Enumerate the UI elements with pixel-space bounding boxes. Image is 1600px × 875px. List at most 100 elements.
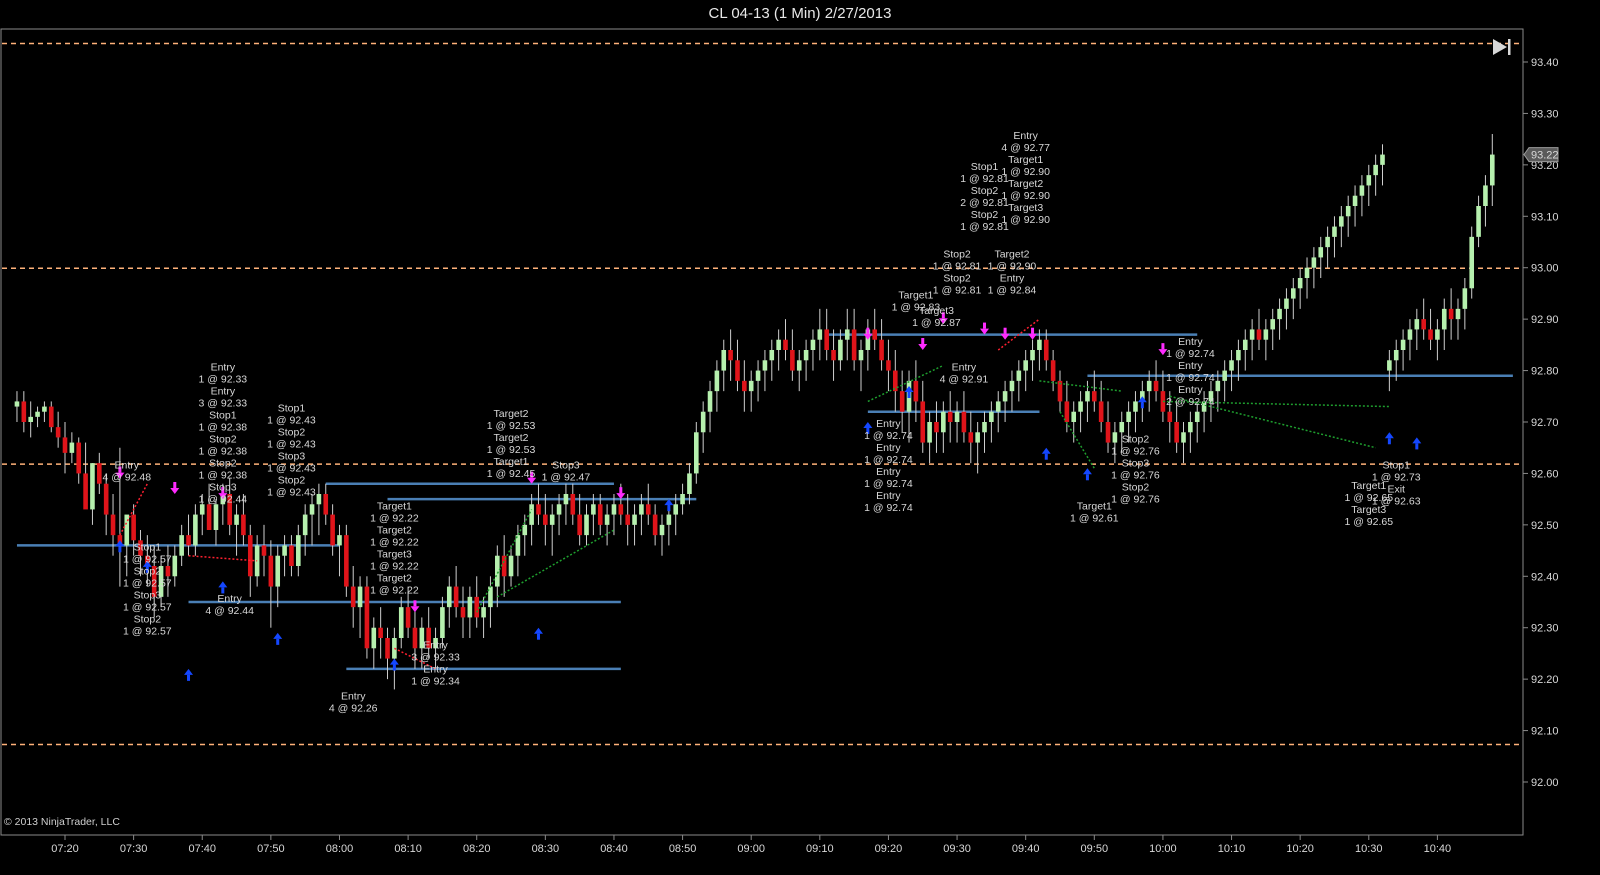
price-chart[interactable]: Entry 4 @ 92.48Stop1 1 @ 92.57 Stop2 1 @ 92.…	[0, 0, 1600, 875]
execution-label: Target2 1 @ 92.90 Entry 1 @ 92.84	[988, 248, 1037, 296]
candle-body	[206, 504, 212, 530]
entry-arrow-icon	[1384, 432, 1394, 445]
arrow-head	[170, 488, 180, 494]
candle	[371, 617, 377, 669]
candle	[1435, 319, 1440, 361]
candle-body	[1393, 350, 1399, 361]
candle	[186, 514, 191, 556]
y-tick-label: 92.60	[1531, 468, 1559, 480]
execution-label: Entry 1 @ 92.33 Entry 3 @ 92.33 Stop1 1 @ 92.…	[199, 362, 248, 506]
candle-body	[323, 494, 329, 515]
candle	[35, 406, 40, 428]
execution-label-line: Target3	[919, 305, 954, 317]
arrow-shaft	[667, 505, 671, 512]
candle-body	[831, 350, 836, 361]
execution-label: Entry 1 @ 92.74 Entry 1 @ 92.74 Entry 2 @ 92.…	[1166, 336, 1215, 408]
y-tick-label: 93.40	[1531, 57, 1559, 69]
candle	[680, 483, 685, 515]
candle-body	[1043, 339, 1049, 361]
candle-body	[776, 339, 781, 350]
candle-body	[982, 422, 987, 433]
candle-body	[213, 504, 219, 530]
candle-body	[954, 411, 960, 422]
execution-label: Entry 4 @ 92.91	[940, 362, 989, 386]
candle	[1050, 350, 1056, 392]
entry-arrow-icon	[904, 386, 914, 398]
x-tick-label: 08:10	[394, 843, 422, 855]
execution-label-line: Stop3	[552, 459, 580, 471]
arrow-shaft	[118, 546, 122, 553]
candle-body	[735, 360, 740, 381]
candle-body	[1242, 339, 1248, 350]
candle-body	[1188, 422, 1193, 433]
execution-label: Stop1 1 @ 92.57 Stop2 1 @ 92.57 Stop3 1 @ 92.…	[123, 542, 172, 638]
candle-body	[927, 422, 932, 443]
y-tick-label: 92.30	[1531, 623, 1559, 635]
arrow-head	[533, 627, 543, 634]
candle-body	[1016, 370, 1022, 381]
candle-body	[858, 350, 864, 361]
candle	[1229, 350, 1234, 392]
execution-label-line: Entry	[1013, 130, 1038, 142]
candle	[625, 494, 630, 546]
candle-body	[920, 401, 926, 443]
candle	[536, 483, 541, 525]
candle	[1304, 257, 1310, 299]
candle	[83, 442, 88, 510]
candle-body	[1407, 329, 1413, 340]
candle	[213, 499, 219, 546]
candle-body	[1119, 422, 1125, 433]
arrow-shaft	[1140, 402, 1144, 409]
entry-arrow-icon	[1137, 396, 1147, 409]
candle	[844, 308, 850, 361]
execution-label-line: Stop1	[1383, 459, 1411, 471]
candle-body	[762, 360, 768, 371]
candle	[330, 504, 335, 556]
candle	[1469, 226, 1475, 299]
candle-body	[1489, 154, 1495, 186]
trade-line	[1059, 411, 1095, 469]
execution-label-line: Stop2	[943, 272, 971, 284]
execution-label-line: 1 @ 92.43	[267, 463, 316, 475]
candle	[28, 401, 33, 438]
candle	[1057, 370, 1063, 412]
candle	[261, 524, 267, 577]
execution-label-line: 1 @ 92.74	[1166, 348, 1215, 360]
candle-body	[337, 535, 342, 546]
execution-label: Entry 4 @ 92.26	[329, 691, 378, 715]
candle	[42, 401, 47, 422]
execution-label-line: 1 @ 92.22	[370, 584, 419, 596]
execution-label-line: Entry	[876, 466, 901, 478]
candle	[1277, 298, 1282, 340]
time-axis[interactable]: 07:20 07:30 07:40 07:50 08:00 08:10 08:20 08:30…	[51, 835, 1451, 855]
candle-body	[1174, 422, 1179, 443]
candle-body	[618, 504, 624, 515]
candle	[1030, 339, 1035, 381]
execution-label-line: Entry	[423, 663, 448, 675]
candle	[1064, 380, 1070, 433]
scroll-to-end-icon[interactable]	[1493, 39, 1511, 55]
candle-body	[529, 504, 534, 525]
x-tick-label: 07:30	[120, 843, 148, 855]
candle-body	[199, 504, 205, 515]
candle-body	[97, 463, 102, 484]
candle-body	[131, 514, 136, 541]
y-tick-label: 92.50	[1531, 520, 1559, 532]
execution-label-line: 1 @ 92.22	[370, 560, 419, 572]
candle	[69, 432, 75, 464]
execution-label-line: Stop2	[134, 566, 162, 578]
execution-label-line: 4 @ 92.77	[1001, 142, 1050, 154]
candle-body	[556, 504, 562, 515]
candle-body	[844, 329, 850, 340]
x-tick-label: 09:50	[1081, 843, 1109, 855]
execution-label-line: Target1	[494, 456, 529, 468]
price-axis[interactable]: 92.00 92.10 92.20 92.30 92.40 92.50 92.60 92.70…	[1523, 57, 1559, 789]
x-tick-label: 10:30	[1355, 843, 1383, 855]
y-tick-label: 92.40	[1531, 571, 1559, 583]
candle-body	[577, 514, 582, 536]
candle-body	[495, 555, 500, 587]
candle-body	[961, 411, 967, 433]
arrow-shaft	[536, 633, 540, 640]
execution-label-line: Stop2	[971, 185, 999, 197]
candle-body	[851, 329, 857, 361]
